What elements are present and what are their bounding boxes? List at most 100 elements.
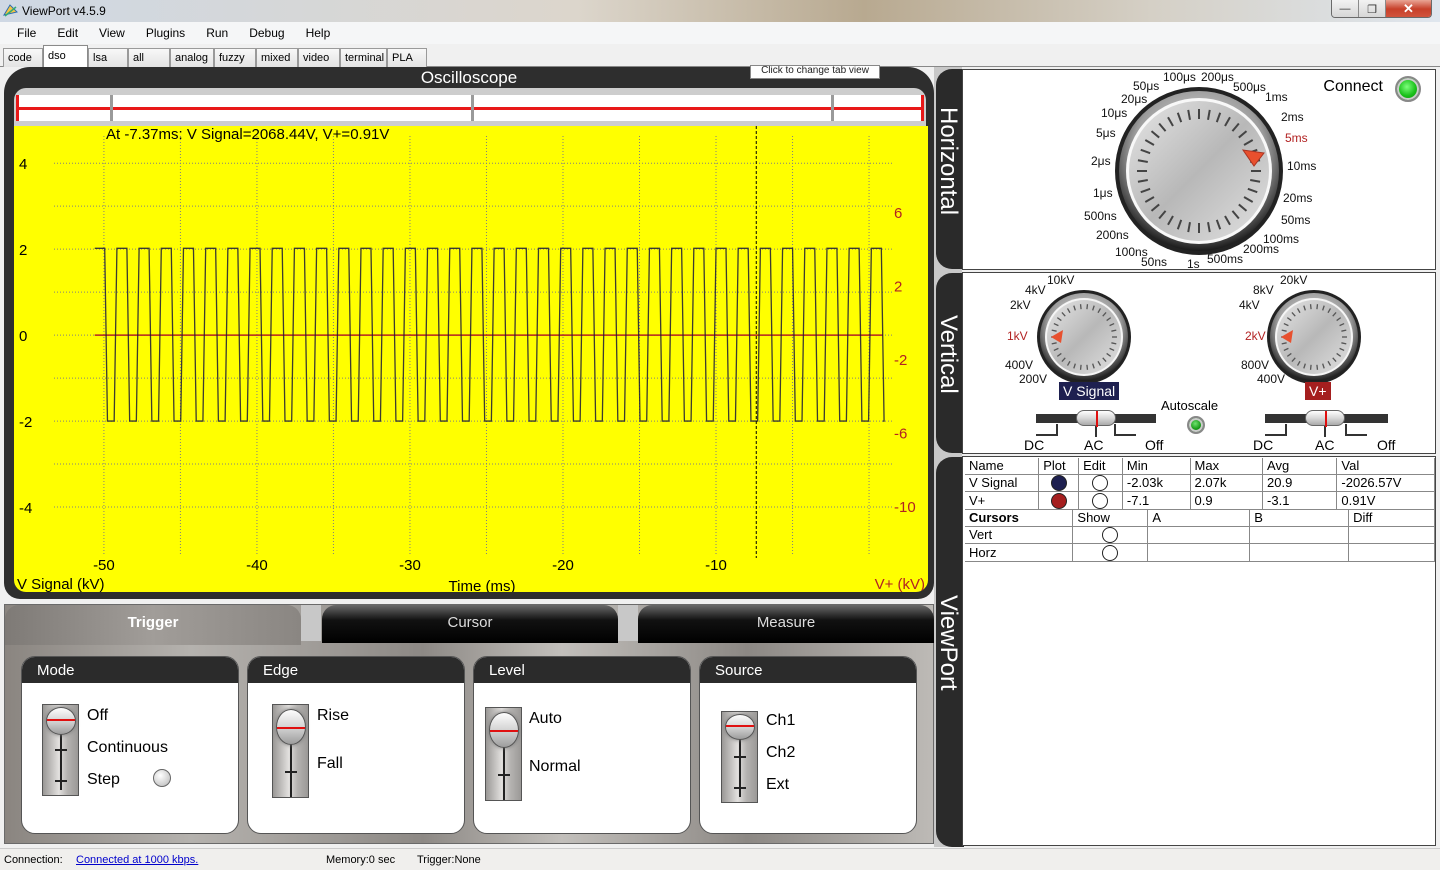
vplus-coupling-knob[interactable] bbox=[1305, 410, 1345, 427]
timebase-label[interactable]: 2μs bbox=[1091, 154, 1111, 168]
menu-plugins[interactable]: Plugins bbox=[135, 26, 195, 40]
plot-toggle-vsignal[interactable] bbox=[1050, 475, 1067, 492]
menu-help[interactable]: Help bbox=[295, 26, 341, 40]
timebase-label[interactable]: 1μs bbox=[1093, 186, 1113, 200]
overview-left-marker[interactable] bbox=[16, 95, 19, 121]
menu-debug[interactable]: Debug bbox=[238, 26, 294, 40]
vsignal-scale-label[interactable]: 200V bbox=[1019, 372, 1047, 386]
vsignal-scale-label[interactable]: 10kV bbox=[1047, 273, 1074, 287]
vsignal-coupling-off[interactable]: Off bbox=[1145, 437, 1163, 453]
vplus-scale-label[interactable]: 20kV bbox=[1280, 273, 1307, 287]
tab-lsa[interactable]: lsa bbox=[88, 48, 128, 67]
timebase-label[interactable]: 1s bbox=[1187, 257, 1200, 271]
menu-file[interactable]: File bbox=[6, 26, 46, 40]
timebase-label[interactable]: 2ms bbox=[1281, 110, 1304, 124]
vsignal-scale-label-selected[interactable]: 1kV bbox=[1007, 329, 1028, 343]
minimize-button[interactable]: — bbox=[1332, 0, 1359, 17]
connection-status-link[interactable]: Connected at 1000 kbps. bbox=[76, 854, 198, 866]
edge-slider[interactable] bbox=[272, 704, 309, 798]
mode-option-continuous[interactable]: Continuous bbox=[87, 739, 168, 757]
edge-slider-knob[interactable] bbox=[276, 709, 306, 745]
menu-edit[interactable]: Edit bbox=[46, 26, 88, 40]
overview-right-marker[interactable] bbox=[921, 95, 924, 121]
timebase-label[interactable]: 20ms bbox=[1283, 191, 1312, 205]
vplus-coupling-off[interactable]: Off bbox=[1377, 437, 1395, 453]
connect-indicator-icon[interactable] bbox=[1395, 76, 1421, 102]
timebase-label[interactable]: 50μs bbox=[1133, 79, 1159, 93]
overview-divider[interactable] bbox=[471, 95, 474, 121]
source-option-ch2[interactable]: Ch2 bbox=[766, 744, 795, 762]
tab-mixed[interactable]: mixed bbox=[256, 48, 298, 67]
timebase-label[interactable]: 500μs bbox=[1233, 80, 1266, 94]
source-slider-knob[interactable] bbox=[725, 714, 755, 740]
vplus-scale-label[interactable]: 400V bbox=[1257, 372, 1285, 386]
tab-trigger[interactable]: Trigger bbox=[5, 605, 301, 645]
timebase-label[interactable]: 100μs bbox=[1163, 70, 1196, 84]
vplus-scale-label-selected[interactable]: 2kV bbox=[1245, 329, 1266, 343]
edge-option-rise[interactable]: Rise bbox=[317, 707, 349, 725]
show-horz-cursor-toggle[interactable] bbox=[1102, 544, 1119, 561]
tab-cursor[interactable]: Cursor bbox=[322, 605, 618, 643]
mode-slider[interactable] bbox=[42, 704, 79, 796]
source-option-ext[interactable]: Ext bbox=[766, 776, 789, 794]
timebase-label[interactable]: 10ms bbox=[1287, 159, 1316, 173]
level-option-normal[interactable]: Normal bbox=[529, 758, 581, 776]
vplus-coupling-switch[interactable]: DC AC Off bbox=[1253, 410, 1405, 455]
timebase-label[interactable]: 200μs bbox=[1201, 70, 1234, 84]
overview-divider[interactable] bbox=[110, 95, 113, 121]
level-slider[interactable] bbox=[485, 707, 522, 801]
mode-option-off[interactable]: Off bbox=[87, 707, 108, 725]
show-vert-cursor-toggle[interactable] bbox=[1102, 527, 1119, 544]
vsignal-coupling-dc[interactable]: DC bbox=[1024, 437, 1044, 453]
tab-dso[interactable]: dso bbox=[43, 45, 88, 67]
level-option-auto[interactable]: Auto bbox=[529, 710, 562, 728]
tab-measure[interactable]: Measure bbox=[638, 605, 934, 643]
tab-terminal[interactable]: terminal bbox=[340, 48, 387, 67]
vsignal-scale-label[interactable]: 400V bbox=[1005, 358, 1033, 372]
timebase-label[interactable]: 100ms bbox=[1263, 232, 1299, 246]
menu-run[interactable]: Run bbox=[195, 26, 238, 40]
tab-all[interactable]: all bbox=[128, 48, 170, 67]
vplus-coupling-dc[interactable]: DC bbox=[1253, 437, 1273, 453]
source-slider[interactable] bbox=[721, 711, 758, 803]
step-button[interactable] bbox=[153, 769, 171, 787]
mode-option-step[interactable]: Step bbox=[87, 771, 120, 789]
edit-toggle-vsignal[interactable] bbox=[1092, 475, 1109, 492]
close-button[interactable]: ✕ bbox=[1386, 0, 1431, 17]
vplus-scale-label[interactable]: 8kV bbox=[1253, 283, 1274, 297]
autoscale-button[interactable] bbox=[1187, 416, 1205, 434]
timebase-label[interactable]: 10μs bbox=[1101, 106, 1127, 120]
timebase-label-selected[interactable]: 5ms bbox=[1285, 131, 1308, 145]
overview-divider[interactable] bbox=[831, 95, 834, 121]
timebase-label[interactable]: 50ns bbox=[1141, 255, 1167, 269]
timebase-label[interactable]: 20μs bbox=[1121, 92, 1147, 106]
side-tab-horizontal[interactable]: Horizontal bbox=[935, 69, 964, 269]
mode-slider-knob[interactable] bbox=[46, 707, 76, 735]
source-option-ch1[interactable]: Ch1 bbox=[766, 712, 795, 730]
vsignal-coupling-ac[interactable]: AC bbox=[1084, 437, 1103, 453]
tab-pla[interactable]: PLA bbox=[387, 48, 427, 67]
timebase-label[interactable]: 200ns bbox=[1096, 228, 1129, 242]
restore-button[interactable]: ❐ bbox=[1359, 0, 1386, 17]
plot-toggle-vplus[interactable] bbox=[1050, 492, 1067, 509]
side-tab-vertical[interactable]: Vertical bbox=[935, 273, 964, 453]
timebase-label[interactable]: 500ms bbox=[1207, 252, 1243, 266]
vplus-scale-label[interactable]: 4kV bbox=[1239, 298, 1260, 312]
scope-plot[interactable]: 4 2 0 -2 -4 6 2 -2 -6 -10 -50 -40 -30 -20 -10 V Signal … bbox=[14, 126, 928, 592]
tab-analog[interactable]: analog bbox=[170, 48, 214, 67]
waveform-overview-bar[interactable] bbox=[14, 88, 926, 126]
tab-fuzzy[interactable]: fuzzy bbox=[214, 48, 256, 67]
edge-option-fall[interactable]: Fall bbox=[317, 755, 343, 773]
timebase-label[interactable]: 500ns bbox=[1084, 209, 1117, 223]
side-tab-viewport[interactable]: ViewPort bbox=[935, 457, 964, 847]
timebase-label[interactable]: 5μs bbox=[1096, 126, 1116, 140]
timebase-label[interactable]: 1ms bbox=[1265, 90, 1288, 104]
tab-view-hint[interactable]: Click to change tab view bbox=[750, 65, 880, 79]
vsignal-scale-dial[interactable] bbox=[1034, 287, 1134, 387]
tab-code[interactable]: code bbox=[3, 48, 43, 67]
vsignal-scale-label[interactable]: 2kV bbox=[1010, 298, 1031, 312]
timebase-label[interactable]: 50ms bbox=[1281, 213, 1310, 227]
vsignal-coupling-knob[interactable] bbox=[1076, 410, 1116, 427]
vsignal-scale-label[interactable]: 4kV bbox=[1025, 283, 1046, 297]
vplus-scale-label[interactable]: 800V bbox=[1241, 358, 1269, 372]
